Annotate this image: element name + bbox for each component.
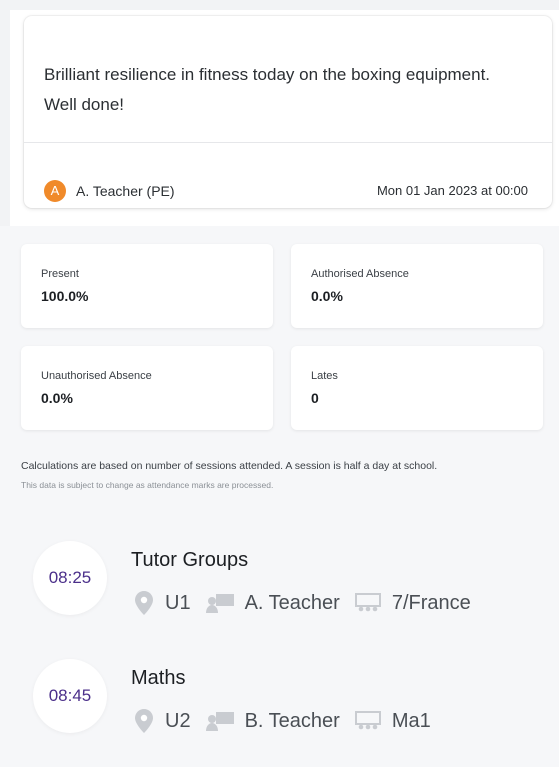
author-name: A. Teacher (PE) xyxy=(76,183,175,199)
teacher: A. Teacher xyxy=(205,592,340,615)
stat-value: 100.0% xyxy=(41,288,89,304)
group-label: Ma1 xyxy=(391,709,431,732)
stat-value: 0.0% xyxy=(311,288,343,304)
stat-card-authorised-absence: Authorised Absence 0.0% xyxy=(291,244,543,328)
stat-label: Authorised Absence xyxy=(311,268,409,280)
stat-card-unauthorised-absence: Unauthorised Absence 0.0% xyxy=(21,346,273,430)
room: U1 xyxy=(133,590,191,616)
author-avatar: A xyxy=(44,180,66,202)
lesson-title[interactable]: Tutor Groups xyxy=(131,549,248,572)
attendance-note: Calculations are based on number of sess… xyxy=(21,460,438,472)
room-label: U1 xyxy=(165,591,191,614)
location-pin-icon xyxy=(135,591,153,615)
stat-card-lates: Lates 0 xyxy=(291,346,543,430)
class-group-icon xyxy=(354,593,381,612)
stat-value: 0 xyxy=(311,390,319,406)
teacher-icon xyxy=(205,594,234,613)
lesson-time: 08:45 xyxy=(33,659,107,733)
comment-card[interactable]: Brilliant resilience in fitness today on… xyxy=(24,16,552,208)
stat-label: Present xyxy=(41,268,79,280)
teacher-icon xyxy=(205,712,234,731)
lesson-details: U2 B. Teacher Ma1 xyxy=(133,708,445,734)
group: Ma1 xyxy=(354,710,431,733)
teacher-label: B. Teacher xyxy=(244,709,340,732)
stat-card-present: Present 100.0% xyxy=(21,244,273,328)
comment-date: Mon 01 Jan 2023 at 00:00 xyxy=(376,183,528,198)
teacher: B. Teacher xyxy=(205,710,340,733)
class-group-icon xyxy=(354,711,381,730)
group-label: 7/France xyxy=(391,591,471,614)
attendance-subnote: This data is subject to change as attend… xyxy=(21,480,274,490)
room: U2 xyxy=(133,708,191,734)
teacher-label: A. Teacher xyxy=(244,591,340,614)
room-label: U2 xyxy=(165,709,191,732)
divider xyxy=(24,142,552,143)
location-pin-icon xyxy=(135,709,153,733)
stat-value: 0.0% xyxy=(41,390,73,406)
lesson-time: 08:25 xyxy=(33,541,107,615)
lesson-details: U1 A. Teacher 7/France xyxy=(133,590,485,616)
group: 7/France xyxy=(354,592,471,615)
lesson-title[interactable]: Maths xyxy=(131,667,185,690)
stat-label: Lates xyxy=(311,370,338,382)
section-gap xyxy=(0,0,559,10)
stat-label: Unauthorised Absence xyxy=(41,370,152,382)
comment-text: Brilliant resilience in fitness today on… xyxy=(44,65,491,114)
comment-section: Brilliant resilience in fitness today on… xyxy=(0,0,559,226)
section-gap xyxy=(0,0,10,226)
